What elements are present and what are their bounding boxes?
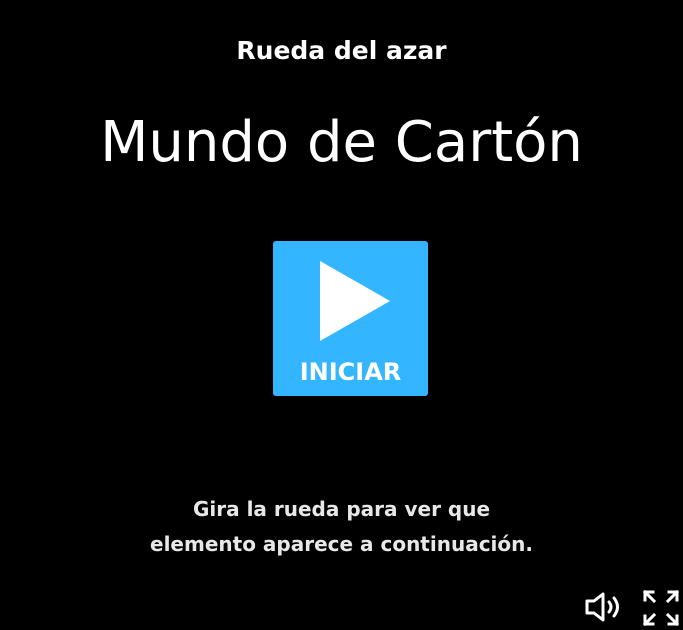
start-button-label: INICIAR (299, 358, 402, 386)
fullscreen-button[interactable] (642, 589, 680, 627)
fullscreen-icon (642, 589, 680, 627)
start-button[interactable]: INICIAR (273, 241, 428, 396)
speaker-icon (585, 592, 619, 622)
instructions-line-2: elemento aparece a continuación. (150, 532, 533, 556)
play-icon (320, 261, 390, 341)
sound-toggle-button[interactable] (584, 590, 624, 624)
instructions-line-1: Gira la rueda para ver que (192, 497, 491, 521)
activity-title: Mundo de Cartón (100, 110, 583, 175)
instructions-text: Gira la rueda para ver que elemento apar… (0, 492, 683, 562)
activity-type-label: Rueda del azar (236, 36, 447, 65)
